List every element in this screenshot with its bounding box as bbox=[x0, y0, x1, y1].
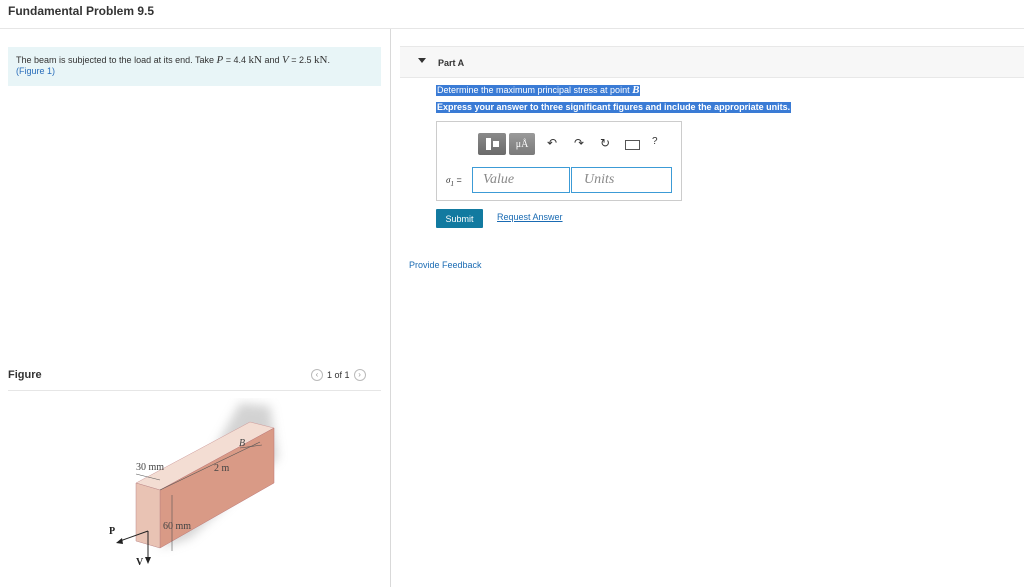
period: . bbox=[327, 55, 330, 65]
help-button[interactable]: ? bbox=[652, 136, 658, 147]
chevron-right-icon[interactable]: › bbox=[353, 369, 366, 381]
template-block bbox=[492, 141, 499, 147]
dim-60mm-label: 60 mm bbox=[163, 521, 191, 532]
figure-divider bbox=[8, 390, 381, 391]
load-p-label: P bbox=[109, 526, 115, 537]
figure-link[interactable]: (Figure 1) bbox=[16, 66, 373, 77]
eq-p: = 4.4 bbox=[223, 55, 249, 65]
units-button[interactable]: μÅ bbox=[509, 133, 535, 155]
submit-button[interactable]: Submit bbox=[436, 209, 483, 228]
sigma-label: σ1 = bbox=[446, 175, 462, 188]
dim-30mm-label: 30 mm bbox=[136, 462, 164, 473]
template-block bbox=[485, 138, 491, 150]
beam-figure: 30 mm 60 mm 2 m B P V bbox=[109, 403, 278, 568]
page-title: Fundamental Problem 9.5 bbox=[8, 4, 155, 18]
undo-icon[interactable]: ↶ bbox=[547, 136, 557, 150]
figure-pager: ‹ 1 of 1 › bbox=[311, 369, 366, 381]
question-prefix: Determine the maximum principal stress a… bbox=[437, 85, 633, 95]
question-text: Determine the maximum principal stress a… bbox=[436, 84, 641, 96]
load-v-arrowhead bbox=[145, 557, 151, 564]
unit-v: kN bbox=[313, 54, 328, 66]
value-input[interactable]: Value bbox=[472, 167, 570, 193]
load-p-arrowhead bbox=[116, 538, 123, 544]
figure-label: Figure bbox=[8, 369, 42, 381]
reset-icon[interactable]: ↻ bbox=[600, 136, 610, 150]
statement-text: The beam is subjected to the load at its… bbox=[16, 55, 217, 65]
point-b-label: B bbox=[239, 438, 245, 449]
units-input[interactable]: Units bbox=[571, 167, 672, 193]
templates-icon[interactable] bbox=[478, 133, 506, 155]
answer-box: μÅ ↶ ↷ ↻ ? σ1 = Value Units bbox=[436, 121, 682, 201]
redo-icon[interactable]: ↷ bbox=[574, 136, 584, 150]
header-divider bbox=[0, 28, 1024, 29]
panel-divider bbox=[390, 29, 391, 587]
eq-v: = 2.5 bbox=[288, 55, 314, 65]
sigma-equals: = bbox=[453, 175, 462, 185]
question-point: B bbox=[632, 84, 640, 96]
collapse-triangle-icon[interactable] bbox=[418, 58, 426, 63]
part-a-header[interactable] bbox=[400, 46, 1024, 78]
pager-text: 1 of 1 bbox=[327, 370, 350, 380]
load-v-label: V bbox=[136, 557, 144, 568]
chevron-left-icon[interactable]: ‹ bbox=[311, 369, 323, 381]
instruction-text: Express your answer to three significant… bbox=[436, 102, 792, 113]
var-v: V bbox=[281, 54, 289, 66]
unit-p: kN bbox=[248, 54, 262, 66]
problem-statement: The beam is subjected to the load at its… bbox=[8, 47, 381, 86]
part-a-title[interactable]: Part A bbox=[438, 58, 464, 68]
request-answer-link[interactable]: Request Answer bbox=[497, 212, 563, 222]
keyboard-icon[interactable] bbox=[625, 140, 640, 150]
dim-2m-label: 2 m bbox=[214, 463, 230, 474]
and-text: and bbox=[261, 55, 282, 65]
provide-feedback-link[interactable]: Provide Feedback bbox=[409, 260, 482, 270]
